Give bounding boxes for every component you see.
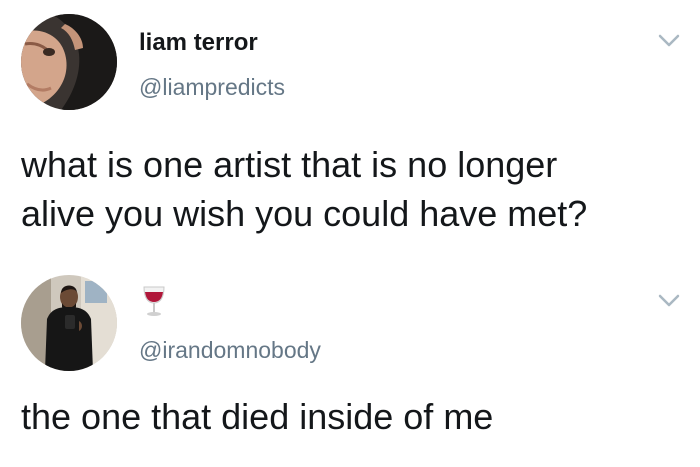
tweet-text-line: the one that died inside of me bbox=[21, 396, 494, 437]
tweet-text-line: what is one artist that is no longer bbox=[21, 144, 558, 185]
profile-photo-icon bbox=[21, 14, 117, 110]
user-handle[interactable]: @irandomnobody bbox=[139, 337, 321, 364]
user-handle[interactable]: @liampredicts bbox=[139, 74, 285, 101]
display-name[interactable]: liam terror bbox=[139, 29, 258, 57]
tweet: liam terror @liampredicts what is one ar… bbox=[0, 0, 700, 262]
tweet-text: what is one artist that is no longer ali… bbox=[21, 140, 681, 238]
chevron-down-icon[interactable] bbox=[658, 294, 680, 308]
tweet-text: the one that died inside of me bbox=[21, 392, 681, 441]
tweet: @irandomnobody the one that died inside … bbox=[0, 262, 700, 467]
tweet-text-line: alive you wish you could have met? bbox=[21, 193, 588, 234]
avatar[interactable] bbox=[21, 275, 117, 371]
wine-glass-emoji bbox=[143, 286, 165, 316]
chevron-down-icon[interactable] bbox=[658, 34, 680, 48]
profile-photo-icon bbox=[21, 275, 117, 371]
avatar[interactable] bbox=[21, 14, 117, 110]
